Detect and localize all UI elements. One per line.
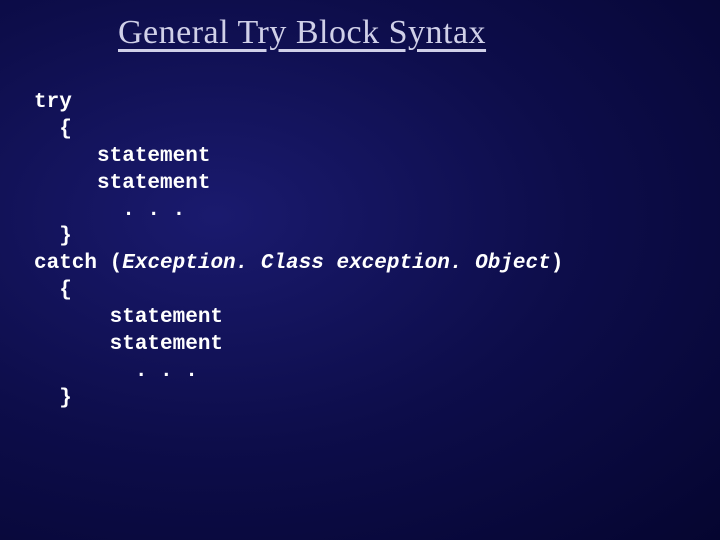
code-line-ellipsis-1: . . . <box>34 199 185 222</box>
code-line-brace-open-1: { <box>34 118 72 141</box>
code-block: try { statement statement . . . } catch … <box>0 52 720 413</box>
code-line-brace-close-2: } <box>34 387 72 410</box>
slide: General Try Block Syntax try { statement… <box>0 0 720 540</box>
code-paren-close: ) <box>551 252 564 275</box>
code-line-stmt-2: statement <box>34 172 210 195</box>
code-line-ellipsis-2: . . . <box>34 360 198 383</box>
code-line-try: try <box>34 91 72 114</box>
code-line-stmt-3: statement <box>34 306 223 329</box>
code-catch-params: Exception. Class exception. Object <box>122 252 550 275</box>
code-line-brace-open-2: { <box>34 279 72 302</box>
slide-title: General Try Block Syntax <box>0 0 720 52</box>
code-line-brace-close-1: } <box>34 225 72 248</box>
code-line-stmt-1: statement <box>34 145 210 168</box>
code-paren-open: ( <box>110 252 123 275</box>
code-line-catch: catch <box>34 252 110 275</box>
code-line-stmt-4: statement <box>34 333 223 356</box>
